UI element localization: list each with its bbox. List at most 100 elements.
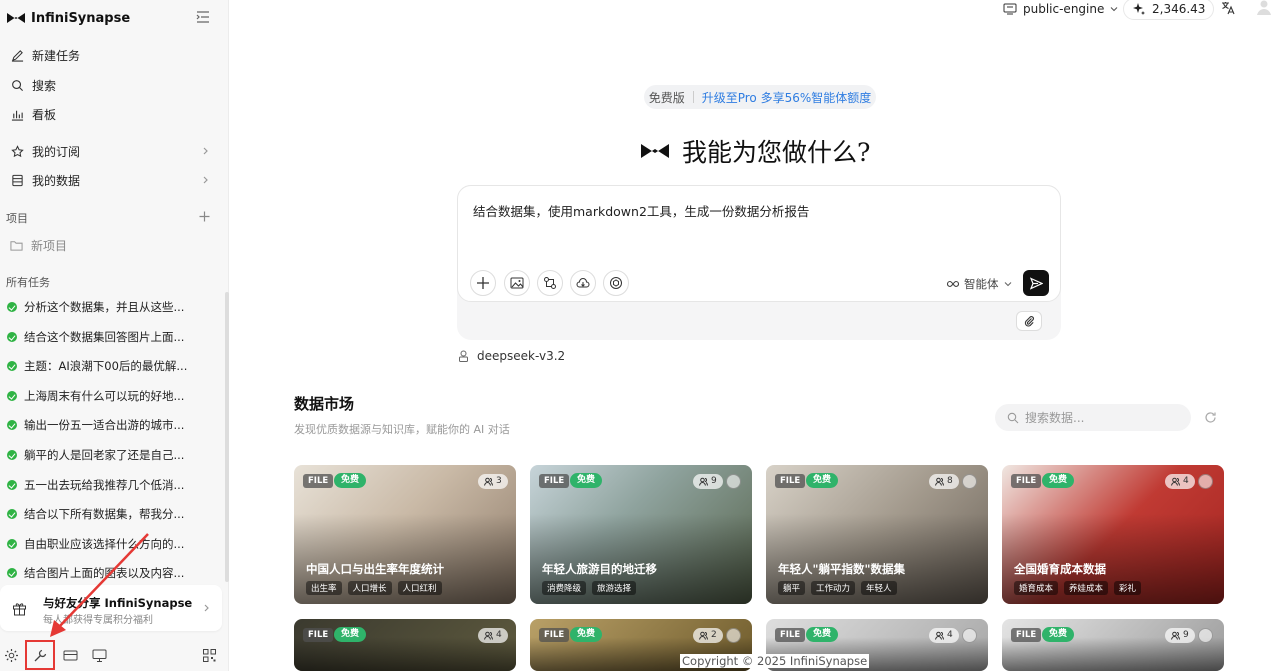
market-search-input[interactable] [1025, 410, 1175, 425]
task-item[interactable]: 输出一份五一适合出游的城市... [0, 412, 229, 438]
card-icon[interactable] [63, 648, 78, 663]
users-icon [935, 631, 944, 640]
free-tag: 免费 [1042, 473, 1075, 488]
market-title: 数据市场 [294, 395, 355, 413]
chevron-right-icon [204, 604, 209, 612]
select-checkbox[interactable] [1198, 474, 1213, 489]
card-tag: 人口红利 [397, 581, 442, 595]
engine-selector[interactable]: public-engine [1003, 1, 1118, 17]
copyright: Copyright © 2025 InfiniSynapse [680, 654, 870, 668]
select-checkbox[interactable] [726, 628, 741, 643]
status-done-icon [7, 538, 17, 549]
brand[interactable]: InfiniSynapse [6, 8, 130, 28]
plus-icon [477, 277, 489, 289]
task-item[interactable]: 分析这个数据集，并且从这些... [0, 294, 229, 320]
openai-button[interactable] [603, 270, 629, 296]
chevron-down-icon [1110, 7, 1118, 12]
task-title: 主题：AI浪潮下00后的最优解... [24, 359, 188, 374]
plan-free-label: 免费版 [648, 90, 685, 105]
user-count: 8 [947, 476, 953, 486]
nav-new-task[interactable]: 新建任务 [0, 42, 229, 68]
select-checkbox[interactable] [962, 474, 977, 489]
file-tag: FILE [775, 474, 806, 488]
image-button[interactable] [504, 270, 530, 296]
translate-icon[interactable] [1221, 1, 1235, 15]
file-tag: FILE [303, 474, 334, 488]
paperclip-icon [1024, 316, 1034, 327]
select-checkbox[interactable] [1198, 628, 1213, 643]
chevron-right-icon [203, 176, 208, 184]
dataset-card[interactable]: FILE 免费 9 [1002, 619, 1224, 671]
new-project-item[interactable]: 新项目 [0, 232, 229, 258]
task-item[interactable]: 五一出去玩给我推荐几个低消... [0, 472, 229, 498]
nav-my-data-label: 我的数据 [32, 173, 81, 188]
nav-subscriptions[interactable]: 我的订阅 [0, 138, 229, 164]
monitor-icon[interactable] [92, 648, 107, 663]
task-item[interactable]: 上海周末有什么可以玩的好地... [0, 383, 229, 409]
add-project-icon[interactable] [199, 211, 210, 222]
send-button[interactable] [1023, 270, 1049, 296]
card-title: 年轻人旅游目的地迁移 [542, 562, 657, 576]
nav-search[interactable]: 搜索 [0, 72, 229, 98]
nav-new-task-label: 新建任务 [32, 48, 81, 63]
search-icon [1007, 412, 1019, 423]
new-project-label: 新项目 [31, 238, 68, 253]
user-count-badge: 8 [929, 474, 959, 489]
nav-dashboard-label: 看板 [32, 107, 57, 122]
add-button[interactable] [470, 270, 496, 296]
search-icon [12, 79, 24, 91]
select-checkbox[interactable] [962, 628, 977, 643]
collapse-sidebar-icon[interactable] [196, 11, 210, 23]
plan-pill[interactable]: 免费版 升级至Pro 多享56%智能体额度 [644, 85, 876, 109]
dataset-card[interactable]: FILE 免费 9 年轻人旅游目的地迁移 消费降级 旅游选择 [530, 465, 752, 604]
avatar[interactable] [1255, 0, 1273, 16]
plan-separator [692, 91, 694, 103]
dataset-card[interactable]: FILE 免费 4 [294, 619, 516, 671]
dataset-card[interactable]: FILE 免费 8 年轻人"躺平指数"数据集 躺平 工作动力 年轻人 [766, 465, 988, 604]
card-tags: 消费降级 旅游选择 [542, 581, 637, 595]
nav-subscriptions-label: 我的订阅 [32, 144, 81, 159]
gear-icon[interactable] [4, 648, 19, 663]
select-checkbox[interactable] [726, 474, 741, 489]
task-item[interactable]: 躺平的人是回老家了还是自己... [0, 442, 229, 468]
task-item[interactable]: 结合以下所有数据集，帮我分... [0, 501, 229, 527]
workflow-button[interactable] [537, 270, 563, 296]
nav-dashboard[interactable]: 看板 [0, 101, 229, 127]
sidebar-scrollbar[interactable] [225, 292, 229, 582]
user-count-badge: 4 [929, 628, 959, 643]
brand-name: InfiniSynapse [31, 10, 131, 26]
nav-my-data[interactable]: 我的数据 [0, 167, 229, 193]
task-item[interactable]: 主题：AI浪潮下00后的最优解... [0, 353, 229, 379]
refresh-icon[interactable] [1204, 411, 1217, 424]
dataset-card[interactable]: FILE 免费 4 全国婚育成本数据 婚育成本 养娃成本 彩礼 [1002, 465, 1224, 604]
card-tag: 养娃成本 [1064, 581, 1109, 595]
attach-button[interactable] [1016, 311, 1042, 331]
upgrade-link[interactable]: 升级至Pro 多享56%智能体额度 [702, 89, 872, 106]
task-title: 分析这个数据集，并且从这些... [24, 300, 185, 314]
nav-search-label: 搜索 [32, 78, 57, 93]
prompt-input[interactable]: 结合数据集，使用markdown2工具，生成一份数据分析报告 智能体 [457, 185, 1061, 302]
cloud-button[interactable] [570, 270, 596, 296]
task-item[interactable]: 结合这个数据集回答图片上面... [0, 324, 229, 350]
star-icon [11, 144, 24, 157]
file-tag: FILE [539, 474, 570, 488]
logo-icon [641, 144, 669, 158]
file-tag: FILE [1011, 628, 1042, 642]
user-count: 9 [1183, 630, 1189, 640]
agent-label: 智能体 [964, 277, 999, 291]
user-count-badge: 9 [1165, 628, 1195, 643]
file-tag: FILE [1011, 474, 1042, 488]
server-icon [1003, 3, 1017, 15]
card-shade [294, 619, 516, 671]
dataset-card[interactable]: FILE 免费 3 中国人口与出生率年度统计 出生率 人口增长 人口红利 [294, 465, 516, 604]
free-tag: 免费 [806, 473, 839, 488]
free-tag: 免费 [570, 473, 603, 488]
file-tag: FILE [303, 628, 334, 642]
credits-badge[interactable]: 2,346.43 [1123, 0, 1215, 20]
agent-selector[interactable]: 智能体 [947, 276, 1012, 292]
card-tags: 出生率 人口增长 人口红利 [306, 581, 442, 595]
market-search[interactable] [995, 404, 1191, 431]
qr-code-icon[interactable] [202, 648, 217, 663]
send-icon [1029, 276, 1043, 290]
model-indicator[interactable]: deepseek-v3.2 [458, 349, 565, 363]
